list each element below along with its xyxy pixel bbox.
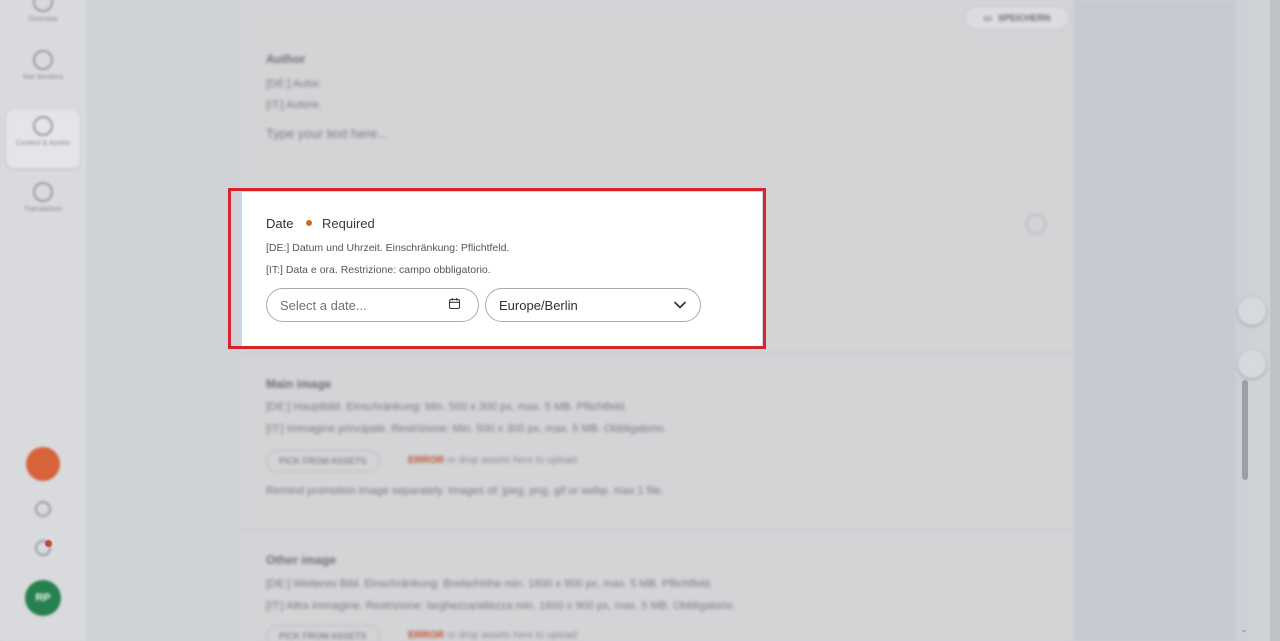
- sidebar-item-label: Content & Assets: [16, 140, 70, 147]
- date-help-de: [DE:] Datum und Uhrzeit. Einschränkung: …: [266, 242, 510, 254]
- sidebar-item-label: Overview: [28, 16, 58, 23]
- avatar[interactable]: RP: [25, 580, 61, 616]
- sidebar-item-label: Translations: [24, 206, 62, 213]
- main-image-warning-label: ERROR: [408, 455, 445, 466]
- pin-button[interactable]: [1238, 350, 1266, 378]
- timezone-select[interactable]: Europe/Berlin: [485, 288, 701, 322]
- other-image-warning: ERROR or drop assets here to upload: [408, 630, 577, 641]
- date-field-title: Date: [266, 216, 294, 231]
- collapse-panel-button[interactable]: [1238, 297, 1266, 325]
- other-image-help-it: [IT:] Altra immagine. Restrizione: largh…: [266, 600, 736, 612]
- save-button[interactable]: ▭ SPEICHERN: [964, 6, 1070, 30]
- main-image-warning-text: or drop assets here to upload: [446, 455, 577, 466]
- chevron-down-icon: [674, 301, 686, 309]
- scroll-down-icon[interactable]: ⌄: [1240, 624, 1248, 635]
- main-image-help-it: [IT:] Immagine principale. Restrizione: …: [266, 423, 667, 435]
- main-image-warning: ERROR or drop assets here to upload: [408, 455, 577, 466]
- author-text-input[interactable]: Type your text here...: [266, 126, 388, 141]
- timezone-value: Europe/Berlin: [499, 297, 578, 313]
- author-help-de: [DE:] Autor.: [266, 78, 322, 90]
- date-help-it: [IT:] Data e ora. Restrizione: campo obb…: [266, 264, 491, 276]
- other-image-warning-label: ERROR: [408, 630, 445, 641]
- other-image-warning-text: or drop assets here to upload: [446, 630, 577, 641]
- settings-icon[interactable]: [35, 501, 51, 517]
- sidebar-item-translations[interactable]: Translations: [6, 176, 80, 234]
- globe-icon: [33, 0, 53, 12]
- scrollbar-thumb[interactable]: [1242, 380, 1248, 480]
- globe-icon: [33, 50, 53, 70]
- sidebar-item-overview[interactable]: Overview: [6, 0, 80, 44]
- globe-icon: [33, 116, 53, 136]
- sidebar-item-site-sections[interactable]: Site Sections: [6, 44, 80, 102]
- sidebar-item-label: Site Sections: [22, 74, 64, 81]
- calendar-icon[interactable]: [448, 297, 461, 310]
- sidebar-item-content-assets[interactable]: Content & Assets: [6, 110, 80, 168]
- grid-icon: [33, 182, 53, 202]
- main-image-help-de: [DE:] Hauptbild. Einschränkung: Min. 500…: [266, 401, 628, 413]
- window-edge: [1270, 0, 1280, 641]
- author-title: Author: [266, 52, 306, 66]
- main-image-title: Main image: [266, 377, 332, 391]
- notification-badge: [45, 540, 52, 547]
- save-icon: ▭: [983, 12, 992, 23]
- main-image-section: Main image [DE:] Hauptbild. Einschränkun…: [240, 352, 1072, 528]
- required-indicator-dot: [306, 220, 312, 226]
- author-help-it: [IT:] Autore.: [266, 99, 322, 111]
- other-image-title: Other image: [266, 553, 337, 567]
- required-label: Required: [322, 216, 375, 231]
- other-image-help-de: [DE:] Weiteres Bild. Einschränkung: Brei…: [266, 578, 713, 590]
- add-icon[interactable]: [1026, 214, 1046, 234]
- preview-column: [1074, 0, 1236, 641]
- other-image-pick-button[interactable]: PICK FROM ASSETS: [266, 625, 380, 641]
- create-button[interactable]: [26, 447, 60, 481]
- save-button-label: SPEICHERN: [998, 13, 1051, 23]
- other-image-section: Other image [DE:] Weiteres Bild. Einschr…: [240, 530, 1072, 641]
- main-image-note: Remind promotion image separately. Image…: [266, 485, 664, 497]
- main-image-pick-button[interactable]: PICK FROM ASSETS: [266, 450, 380, 472]
